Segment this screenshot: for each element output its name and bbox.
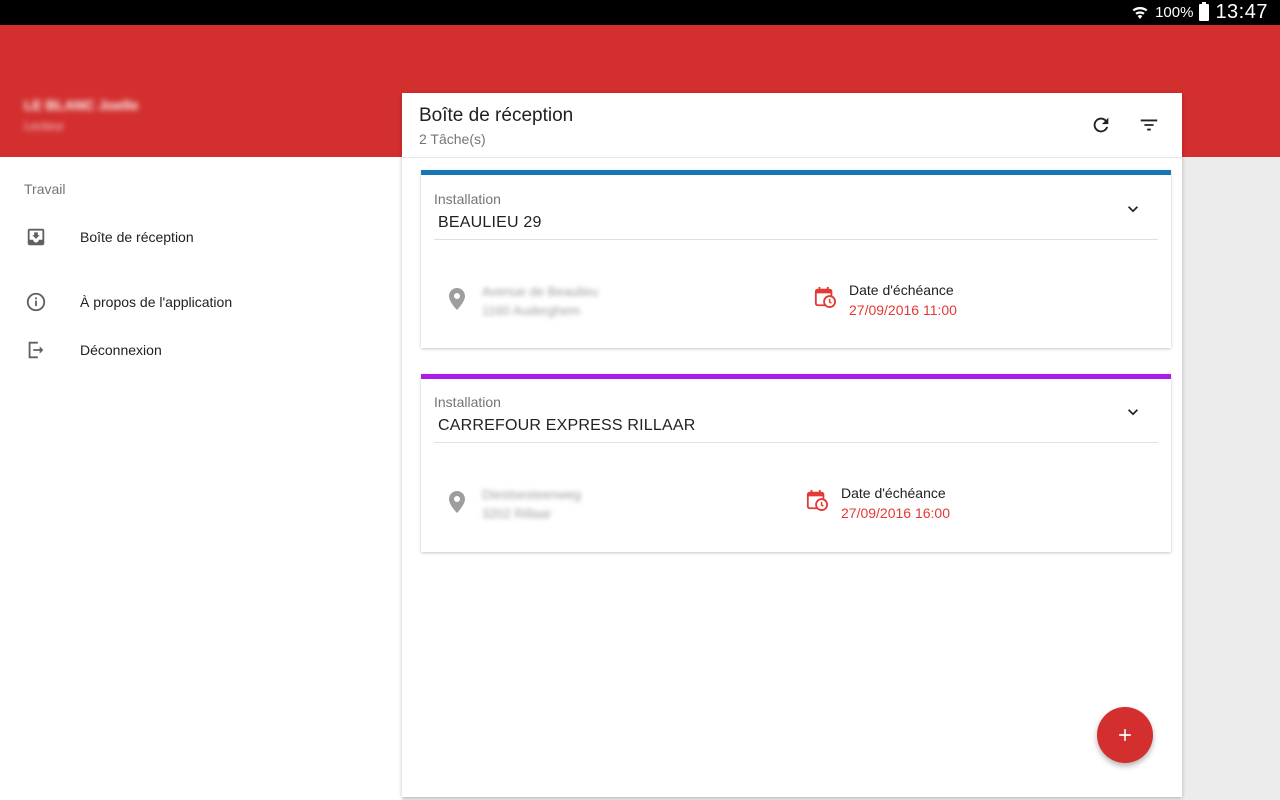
address: Avenue de Beaulieu 1160 Auderghem — [482, 282, 598, 320]
clock: 13:47 — [1215, 1, 1268, 23]
expand-button[interactable] — [1121, 197, 1145, 221]
inbox-panel: Boîte de réception 2 Tâche(s) Installati… — [402, 93, 1182, 797]
card-color-stripe — [421, 374, 1171, 379]
card-title: BEAULIEU 29 — [438, 214, 542, 231]
logout-icon — [24, 338, 48, 362]
info-icon — [24, 290, 48, 314]
battery-percent: 100% — [1155, 4, 1194, 21]
drawer-item-label: À propos de l'application — [80, 294, 233, 310]
navigation-drawer: Travail Boîte de réception À propos de l… — [0, 157, 402, 800]
drawer-item-inbox[interactable]: Boîte de réception — [0, 213, 400, 261]
calendar-clock-icon — [814, 286, 836, 308]
drawer-item-about[interactable]: À propos de l'application — [0, 278, 400, 326]
due-date-label: Date d'échéance — [841, 485, 946, 501]
chevron-down-icon — [1128, 206, 1138, 213]
add-task-button[interactable] — [1097, 707, 1153, 763]
address-line-1: Diestsesteenweg — [482, 487, 581, 502]
user-info: LE BLANC Joelle Lecteur — [24, 97, 138, 133]
battery-icon — [1199, 2, 1210, 21]
location-pin-icon — [449, 491, 465, 513]
chevron-down-icon — [1128, 409, 1138, 416]
due-date-label: Date d'échéance — [849, 282, 954, 298]
expand-button[interactable] — [1121, 400, 1145, 424]
card-type-label: Installation — [434, 191, 501, 207]
divider — [434, 442, 1158, 443]
calendar-clock-icon — [806, 489, 828, 511]
drawer-item-logout[interactable]: Déconnexion — [0, 326, 400, 374]
filter-icon — [1140, 119, 1158, 131]
task-card[interactable]: Installation BEAULIEU 29 Avenue de Beaul… — [421, 170, 1171, 348]
inbox-icon — [24, 225, 48, 249]
drawer-item-label: Déconnexion — [80, 342, 162, 358]
page-title: Boîte de réception — [419, 105, 574, 126]
address-line-2: 3202 Rillaar — [482, 506, 552, 521]
panel-header: Boîte de réception 2 Tâche(s) — [402, 93, 1182, 158]
divider — [434, 239, 1158, 240]
address-line-1: Avenue de Beaulieu — [482, 284, 599, 299]
user-name: LE BLANC Joelle — [24, 97, 139, 113]
drawer-item-label: Boîte de réception — [80, 229, 194, 245]
due-date-value: 27/09/2016 16:00 — [841, 505, 950, 521]
filter-button[interactable] — [1136, 112, 1162, 138]
refresh-icon — [1093, 117, 1109, 133]
status-bar: 100% 13:47 — [0, 0, 1280, 25]
refresh-button[interactable] — [1088, 112, 1114, 138]
plus-icon — [1119, 729, 1131, 741]
user-role: Lecteur — [24, 119, 65, 133]
location-pin-icon — [449, 288, 465, 310]
task-count: 2 Tâche(s) — [419, 131, 486, 147]
due-date-value: 27/09/2016 11:00 — [849, 302, 957, 318]
wifi-icon — [1132, 6, 1148, 19]
card-title: CARREFOUR EXPRESS RILLAAR — [438, 417, 696, 434]
background-region — [1182, 157, 1280, 800]
drawer-section-title: Travail — [24, 181, 66, 197]
address-line-2: 1160 Auderghem — [482, 303, 581, 318]
task-card[interactable]: Installation CARREFOUR EXPRESS RILLAAR D… — [421, 374, 1171, 552]
card-color-stripe — [421, 170, 1171, 175]
address: Diestsesteenweg 3202 Rillaar — [482, 485, 581, 523]
card-type-label: Installation — [434, 394, 501, 410]
